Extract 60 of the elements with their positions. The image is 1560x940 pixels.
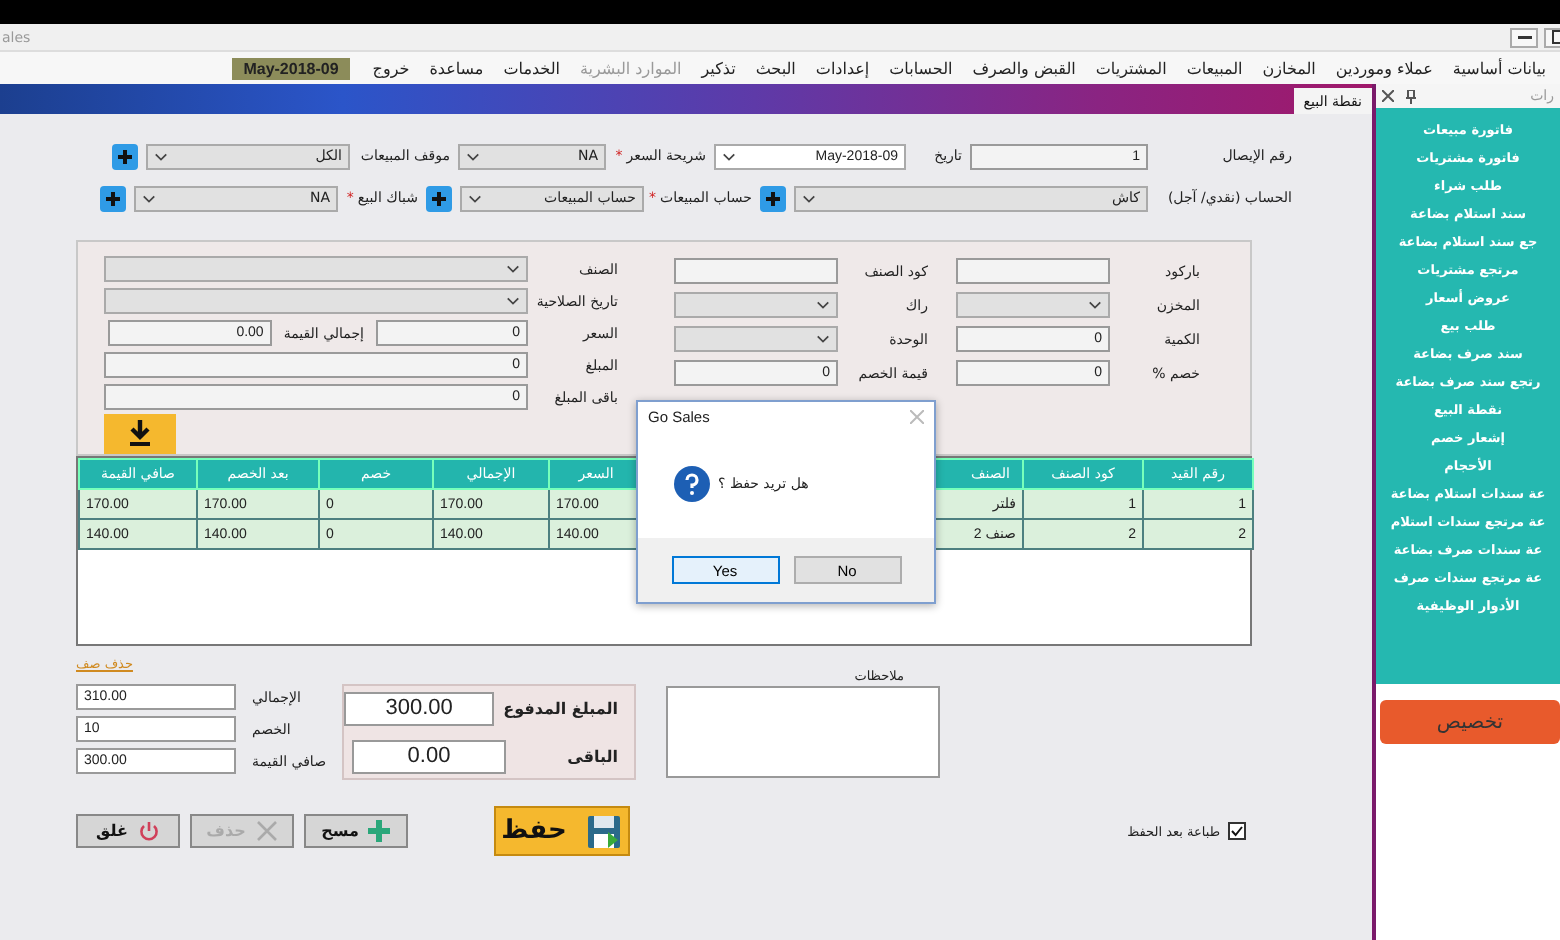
action-button[interactable]: مسح: [304, 814, 408, 848]
checkbox[interactable]: [1228, 822, 1246, 840]
menu-item[interactable]: المشتريات: [1085, 59, 1177, 77]
question-icon: [674, 466, 710, 502]
caret-icon: [466, 151, 480, 161]
minimize-icon: [1517, 35, 1531, 39]
input-field[interactable]: [674, 258, 838, 284]
dropdown-field[interactable]: [104, 288, 528, 315]
input-field[interactable]: 300.00: [344, 691, 495, 725]
date-badge: May-2018-09: [231, 57, 351, 79]
customize-button[interactable]: تخصيص: [1380, 700, 1560, 744]
plus-icon: [116, 147, 134, 165]
action-button[interactable]: غلق: [76, 814, 180, 848]
menu-item[interactable]: البحث: [745, 59, 806, 77]
menu-item[interactable]: القبض والصرف: [962, 59, 1086, 77]
menu-item[interactable]: المخازن: [1252, 59, 1326, 77]
menu-item[interactable]: تذكير: [691, 59, 746, 77]
minimize-button[interactable]: [1510, 27, 1538, 47]
field-label: المبلغ المدفوع: [506, 699, 619, 717]
add-button[interactable]: [112, 143, 138, 169]
save-button[interactable]: حفظ: [494, 806, 630, 856]
add-button[interactable]: [100, 185, 126, 211]
x-icon: [255, 820, 278, 842]
add-button[interactable]: [760, 185, 786, 211]
download-icon: [128, 420, 152, 447]
field-label: الباقى: [565, 747, 619, 765]
dropdown-field[interactable]: [674, 326, 838, 352]
caret-icon: [802, 193, 816, 203]
dropdown-field[interactable]: [104, 256, 528, 283]
caret-icon: [468, 193, 482, 203]
menu-item[interactable]: الخدمات: [493, 59, 570, 77]
add-button[interactable]: [426, 185, 452, 211]
add-item-button[interactable]: [104, 413, 176, 454]
input-field[interactable]: [956, 258, 1110, 284]
notes-field[interactable]: [666, 686, 941, 778]
input-field[interactable]: 0.00: [352, 739, 507, 773]
caret-icon: [154, 151, 168, 161]
caret-icon: [1088, 300, 1102, 310]
dropdown-field[interactable]: [956, 292, 1110, 318]
caret-icon: [506, 264, 520, 275]
caret-icon: [722, 151, 736, 161]
caret-icon: [506, 296, 520, 307]
dropdown-field[interactable]: [674, 292, 838, 318]
menu-item[interactable]: عملاء وموردين: [1325, 59, 1443, 77]
caret-icon: [816, 300, 830, 310]
close-icon[interactable]: [1382, 90, 1394, 102]
menu-item[interactable]: مساعدة: [419, 59, 494, 77]
plus-icon: [430, 189, 448, 207]
plus-icon: [368, 820, 391, 842]
menu-item[interactable]: المبيعات: [1176, 59, 1253, 77]
plus-icon: [104, 189, 122, 207]
plus-icon: [764, 189, 782, 207]
menu-item[interactable]: إعدادات: [805, 59, 880, 77]
menu-item[interactable]: الحسابات: [879, 59, 963, 77]
caret-icon: [816, 334, 830, 344]
power-icon: [137, 820, 160, 842]
pin-icon[interactable]: [1406, 89, 1416, 103]
caret-icon: [142, 193, 156, 203]
menu-item[interactable]: خروج: [362, 59, 420, 77]
menu-item[interactable]: بيانات أساسية: [1442, 59, 1556, 77]
